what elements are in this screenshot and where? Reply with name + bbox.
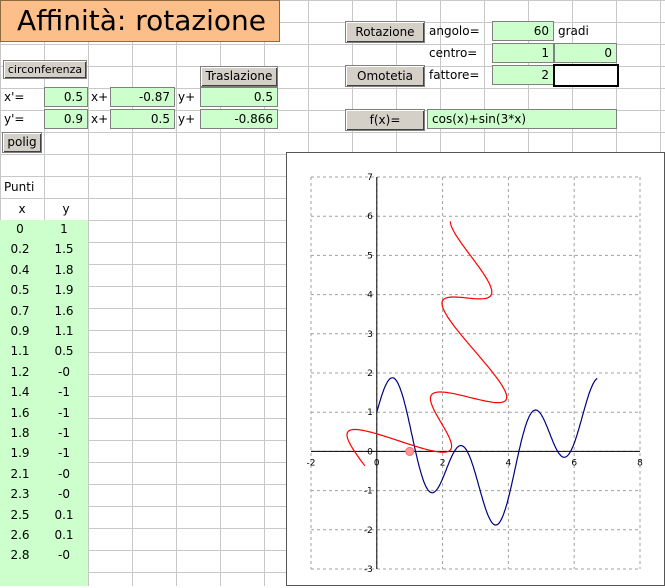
yprime-label: y'=	[4, 112, 25, 126]
fattore-input[interactable]: 2	[492, 65, 554, 85]
point-x: 2.3	[10, 487, 30, 502]
point-y: -1	[58, 426, 70, 440]
point-y: 1.8	[54, 262, 74, 277]
points-col-x: x	[18, 202, 26, 216]
point-y: 1.9	[54, 283, 74, 298]
angolo-input[interactable]: 60	[492, 21, 554, 41]
matrix-r1c2[interactable]: -0.87	[110, 87, 175, 107]
point-x: 0.2	[10, 242, 30, 257]
point-x: 1.1	[10, 344, 30, 359]
point-x: 1.9	[10, 446, 30, 461]
yplus-label-1: y+	[178, 90, 196, 104]
polig-button[interactable]: polig	[2, 132, 42, 153]
point-x: 2.6	[10, 528, 30, 542]
point-y: 1.6	[54, 303, 74, 318]
y-tick-label: 1	[367, 408, 373, 418]
centro-x-input[interactable]: 1	[492, 43, 554, 63]
x-tick-label: 2	[440, 458, 446, 468]
point-y: -0	[58, 487, 70, 502]
point-y: -1	[58, 446, 70, 461]
points-table: 0 1 0.2 1.5 0.4 1.8 0.5 1.9 0.7 1.6 0.9 1.1 1.1 0.5 1.…	[0, 220, 88, 586]
point-y: -0	[58, 364, 70, 379]
point-x: 0.4	[10, 262, 30, 277]
y-tick-label: 0	[367, 447, 373, 457]
angolo-label: angolo=	[429, 24, 480, 38]
chart: -2 0 2 4 6 8 -3 -2 -1 0 1 2 3 4 5 6 7	[286, 152, 665, 586]
point-y: 1.1	[54, 324, 74, 338]
point-y: 1.5	[54, 242, 74, 257]
points-col-y: y	[62, 202, 70, 216]
y-tick-label: 4	[367, 291, 373, 301]
point-x: 2.1	[10, 466, 30, 481]
point-x: 1.8	[10, 426, 30, 440]
chart-svg: -2 0 2 4 6 8 -3 -2 -1 0 1 2 3 4 5 6 7	[307, 173, 644, 575]
selected-cell[interactable]	[553, 64, 619, 87]
point-x: 0.7	[10, 303, 30, 318]
points-heading: Punti	[4, 180, 35, 194]
rotazione-button[interactable]: Rotazione	[345, 21, 425, 43]
circonferenza-button[interactable]: circonferenza	[3, 60, 87, 79]
x-tick-label: -2	[307, 458, 316, 468]
point-y: 1	[60, 222, 68, 236]
matrix-r2c1[interactable]: 0.9	[44, 109, 88, 129]
y-tick-label: 5	[367, 251, 373, 261]
point-x: 2.5	[10, 507, 30, 522]
xprime-label: x'=	[4, 90, 25, 104]
point-y: -1	[58, 405, 70, 420]
y-tick-label: -1	[364, 487, 373, 497]
angolo-unit: gradi	[558, 24, 589, 38]
fattore-label: fattore=	[429, 68, 480, 82]
matrix-r1c3[interactable]: 0.5	[200, 87, 278, 107]
x-tick-label: 8	[637, 458, 643, 468]
y-tick-label: -3	[364, 565, 373, 575]
point-x: 1.4	[10, 385, 30, 400]
point-y: -1	[58, 385, 70, 400]
point-y: -0	[58, 466, 70, 481]
matrix-r2c2[interactable]: 0.5	[110, 109, 175, 129]
x-tick-label: 4	[506, 458, 512, 468]
function-input[interactable]: cos(x)+sin(3*x)	[427, 109, 617, 129]
point-x: 0.5	[10, 283, 30, 298]
point-x: 2.8	[10, 548, 30, 563]
centro-label: centro=	[429, 46, 478, 60]
matrix-r1c1[interactable]: 0.5	[44, 87, 88, 107]
point-x: 0.9	[10, 324, 30, 338]
xplus-label-2: x+	[91, 112, 109, 126]
traslazione-button[interactable]: Traslazione	[200, 66, 278, 87]
matrix-r2c3[interactable]: -0.866	[200, 109, 278, 129]
centro-y-input[interactable]: 0	[554, 43, 617, 63]
point-y: 0.5	[54, 344, 74, 359]
y-tick-label: 6	[367, 212, 373, 222]
y-tick-label: 2	[367, 369, 373, 379]
center-point-marker	[405, 446, 415, 456]
point-x: 0	[16, 222, 24, 236]
y-tick-label: -2	[364, 526, 373, 536]
point-x: 1.6	[10, 405, 30, 420]
y-tick-label: 3	[367, 330, 373, 340]
y-tick-label: 7	[367, 173, 373, 183]
x-tick-label: 6	[571, 458, 577, 468]
omotetia-button[interactable]: Omotetia	[345, 65, 425, 87]
point-y: -0	[58, 548, 70, 563]
xplus-label-1: x+	[91, 90, 109, 104]
x-tick-label: 0	[374, 458, 380, 468]
fx-button[interactable]: f(x)=	[345, 109, 425, 131]
point-x: 1.2	[10, 364, 30, 379]
yplus-label-2: y+	[178, 112, 196, 126]
point-y: 0.1	[54, 528, 74, 542]
point-y: 0.1	[54, 507, 74, 522]
page-title: Affinità: rotazione	[0, 0, 280, 42]
